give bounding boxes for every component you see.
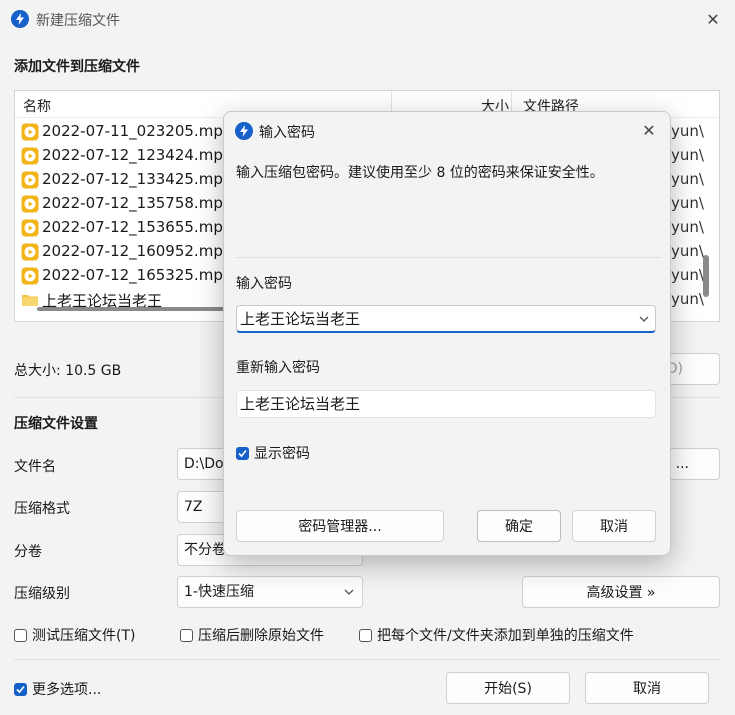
password-input[interactable]: 上老王论坛当老王 xyxy=(236,305,656,333)
browse-button-label: ... xyxy=(675,456,689,472)
vertical-scrollbar[interactable] xyxy=(703,117,709,317)
file-path: yun\ xyxy=(671,242,704,260)
password-input-value: 上老王论坛当老王 xyxy=(240,310,361,328)
file-path: yun\ xyxy=(671,122,704,140)
file-path: yun\ xyxy=(671,170,704,188)
format-label: 压缩格式 xyxy=(14,501,70,517)
file-path: yun\ xyxy=(671,266,704,284)
video-file-icon xyxy=(21,123,39,141)
dialog-cancel-button[interactable]: 取消 xyxy=(572,510,656,542)
file-path: yun\ xyxy=(671,194,704,212)
add-files-heading: 添加文件到压缩文件 xyxy=(14,59,140,75)
test-archive-checkbox[interactable]: 测试压缩文件(T) xyxy=(14,625,135,645)
cancel-button[interactable]: 取消 xyxy=(585,672,709,704)
more-options-checkbox[interactable]: 更多选项... xyxy=(14,679,101,699)
file-name: 2022-07-12_133425.mp4 xyxy=(42,170,233,188)
video-file-icon xyxy=(21,267,39,285)
dialog-title-bar: 输入密码 ✕ xyxy=(224,112,670,150)
total-size: 总大小: 10.5 GB xyxy=(14,363,122,379)
divider xyxy=(14,659,720,660)
separate-archives-checkbox[interactable]: 把每个文件/文件夹添加到单独的压缩文件 xyxy=(359,625,634,645)
video-file-icon xyxy=(21,243,39,261)
checkbox-checked[interactable] xyxy=(14,682,27,696)
more-options-label: 更多选项... xyxy=(32,682,102,698)
file-name: 2022-07-11_023205.mp4 xyxy=(42,122,233,140)
dialog-title: 输入密码 xyxy=(259,125,315,141)
file-name: 2022-07-12_123424.mp4 xyxy=(42,146,233,164)
title-bar: 新建压缩文件 ✕ xyxy=(0,0,735,38)
ok-button[interactable]: 确定 xyxy=(477,510,561,542)
delete-original-checkbox[interactable]: 压缩后删除原始文件 xyxy=(180,625,324,645)
file-path: yun\ xyxy=(671,146,704,164)
column-name[interactable]: 名称 xyxy=(23,96,51,116)
window-title: 新建压缩文件 xyxy=(36,13,120,29)
chevron-down-icon[interactable] xyxy=(639,315,649,323)
video-file-icon xyxy=(21,147,39,165)
show-password-label: 显示密码 xyxy=(254,446,310,462)
horizontal-scrollbar[interactable] xyxy=(37,307,237,311)
dialog-close-icon[interactable]: ✕ xyxy=(639,120,659,140)
checkbox-box[interactable] xyxy=(180,628,193,642)
video-file-icon xyxy=(21,219,39,237)
show-password-checkbox[interactable]: 显示密码 xyxy=(236,443,310,463)
level-select[interactable]: 1-快速压缩 xyxy=(177,576,363,608)
file-path: yun\ xyxy=(671,218,704,236)
test-archive-label: 测试压缩文件(T) xyxy=(32,628,136,644)
checkbox-checked[interactable] xyxy=(236,446,249,460)
divider xyxy=(236,257,662,258)
advanced-settings-button[interactable]: 高级设置 » xyxy=(522,576,720,608)
app-logo-icon xyxy=(11,10,29,28)
file-name: 2022-07-12_160952.mp4 xyxy=(42,242,233,260)
reenter-password-label: 重新输入密码 xyxy=(236,360,320,376)
video-file-icon xyxy=(21,171,39,189)
level-label: 压缩级别 xyxy=(14,586,70,602)
split-label: 分卷 xyxy=(14,544,42,560)
file-path: yun\ xyxy=(671,290,704,308)
dialog-hint: 输入压缩包密码。建议使用至少 8 位的密码来保证安全性。 xyxy=(236,165,604,181)
settings-heading: 压缩文件设置 xyxy=(14,416,98,432)
checkbox-box[interactable] xyxy=(14,628,27,642)
password-dialog: 输入密码 ✕ 输入压缩包密码。建议使用至少 8 位的密码来保证安全性。 输入密码… xyxy=(223,111,671,556)
file-name: 2022-07-12_153655.mp4 xyxy=(42,218,233,236)
filename-label: 文件名 xyxy=(14,459,56,475)
file-name: 2022-07-12_135758.mp4 xyxy=(42,194,233,212)
folder-icon xyxy=(21,291,39,309)
video-file-icon xyxy=(21,195,39,213)
file-name: 2022-07-12_165325.mp4 xyxy=(42,266,233,284)
checkbox-box[interactable] xyxy=(359,628,372,642)
password-manager-button[interactable]: 密码管理器... xyxy=(236,510,444,542)
separate-archives-label: 把每个文件/文件夹添加到单独的压缩文件 xyxy=(377,628,634,644)
start-button[interactable]: 开始(S) xyxy=(446,672,570,704)
chevron-down-icon xyxy=(344,589,354,595)
password-label: 输入密码 xyxy=(236,276,292,292)
app-logo-icon xyxy=(235,122,253,140)
level-select-value: 1-快速压缩 xyxy=(184,584,254,600)
close-icon[interactable]: ✕ xyxy=(703,9,723,29)
delete-original-label: 压缩后删除原始文件 xyxy=(198,628,324,644)
reenter-password-input[interactable]: 上老王论坛当老王 xyxy=(236,390,656,418)
